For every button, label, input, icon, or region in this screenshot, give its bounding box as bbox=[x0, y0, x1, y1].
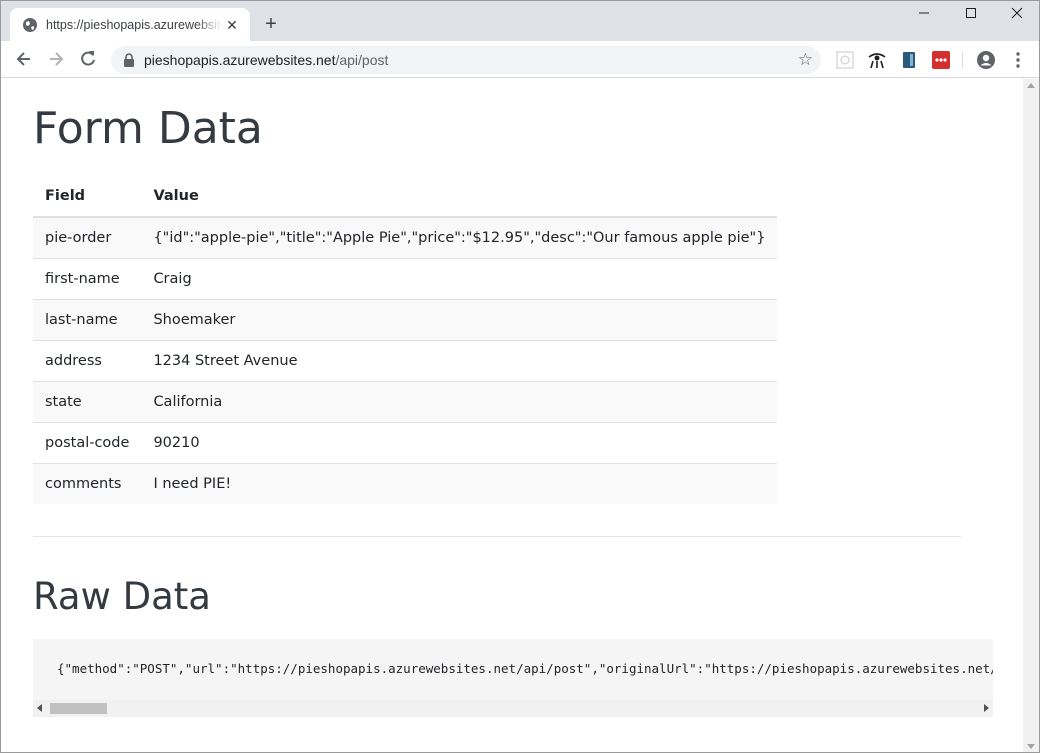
scroll-down-arrow-icon[interactable] bbox=[1027, 744, 1035, 749]
scroll-right-arrow-icon[interactable] bbox=[984, 704, 989, 712]
active-tab[interactable]: https://pieshopapis.azurewebsites.net/ap… bbox=[10, 8, 250, 41]
value-cell: California bbox=[141, 380, 778, 422]
lock-icon[interactable] bbox=[123, 53, 135, 67]
raw-data-heading: Raw Data bbox=[33, 575, 211, 618]
table-row: last-name Shoemaker bbox=[33, 298, 778, 340]
form-data-heading: Form Data bbox=[33, 103, 263, 154]
forward-arrow-icon[interactable] bbox=[46, 49, 66, 69]
horizontal-scrollbar[interactable] bbox=[33, 700, 993, 717]
vertical-scrollbar[interactable] bbox=[1023, 79, 1039, 752]
globe-icon bbox=[23, 17, 37, 32]
url-path: /api/post bbox=[335, 52, 389, 68]
column-header-value: Value bbox=[141, 176, 778, 218]
field-cell: address bbox=[33, 339, 142, 381]
scroll-up-arrow-icon[interactable] bbox=[1027, 83, 1035, 88]
address-bar[interactable]: pieshopapis.azurewebsites.net/api/post ☆ bbox=[111, 46, 821, 74]
close-window-icon[interactable] bbox=[1002, 5, 1032, 25]
profile-avatar-icon[interactable] bbox=[976, 50, 996, 70]
section-divider bbox=[33, 536, 961, 537]
field-cell: postal-code bbox=[33, 421, 142, 463]
plus-icon[interactable]: + bbox=[260, 13, 282, 35]
url-text: pieshopapis.azurewebsites.net/api/post bbox=[144, 52, 388, 68]
table-row: comments I need PIE! bbox=[33, 462, 778, 504]
toolbar-separator bbox=[962, 51, 963, 69]
page-viewport: Form Data Field Value pie-order {"id":"a… bbox=[1, 79, 1023, 752]
bookmark-star-icon[interactable]: ☆ bbox=[798, 51, 813, 69]
close-tab-icon[interactable]: ✕ bbox=[224, 17, 240, 33]
table-row: pie-order {"id":"apple-pie","title":"App… bbox=[33, 216, 778, 258]
scrollbar-thumb[interactable] bbox=[50, 703, 107, 714]
value-cell: {"id":"apple-pie","title":"Apple Pie","p… bbox=[141, 216, 778, 258]
menu-kebab-icon[interactable] bbox=[1010, 51, 1026, 69]
table-header-row: Field Value bbox=[33, 176, 778, 218]
browser-toolbar: pieshopapis.azurewebsites.net/api/post ☆ bbox=[1, 41, 1039, 78]
extension-book-icon[interactable] bbox=[900, 51, 918, 69]
form-data-table: Field Value pie-order {"id":"apple-pie",… bbox=[33, 176, 778, 504]
extension-red-icon[interactable] bbox=[932, 51, 950, 69]
raw-data-text: {"method":"POST","url":"https://pieshopa… bbox=[57, 661, 993, 676]
tab-title: https://pieshopapis.azurewebsites.net/ap… bbox=[46, 17, 222, 32]
value-cell: Craig bbox=[141, 257, 778, 299]
table-row: first-name Craig bbox=[33, 257, 778, 299]
minimize-icon[interactable] bbox=[909, 5, 939, 25]
browser-window: https://pieshopapis.azurewebsites.net/ap… bbox=[0, 0, 1040, 753]
field-cell: last-name bbox=[33, 298, 142, 340]
scroll-left-arrow-icon[interactable] bbox=[37, 704, 42, 712]
value-cell: 1234 Street Avenue bbox=[141, 339, 778, 381]
column-header-field: Field bbox=[33, 176, 142, 218]
field-cell: pie-order bbox=[33, 216, 142, 258]
url-host: pieshopapis.azurewebsites.net bbox=[144, 52, 336, 68]
table-row: postal-code 90210 bbox=[33, 421, 778, 463]
table-row: state California bbox=[33, 380, 778, 422]
tab-strip: https://pieshopapis.azurewebsites.net/ap… bbox=[1, 1, 1039, 41]
extension-eye-icon[interactable] bbox=[868, 51, 886, 69]
reload-icon[interactable] bbox=[78, 49, 98, 69]
maximize-icon[interactable] bbox=[956, 5, 986, 25]
field-cell: comments bbox=[33, 462, 142, 504]
field-cell: state bbox=[33, 380, 142, 422]
back-arrow-icon[interactable] bbox=[14, 49, 34, 69]
extension-grid-icon[interactable] bbox=[836, 51, 854, 69]
field-cell: first-name bbox=[33, 257, 142, 299]
table-row: address 1234 Street Avenue bbox=[33, 339, 778, 381]
value-cell: Shoemaker bbox=[141, 298, 778, 340]
value-cell: I need PIE! bbox=[141, 462, 778, 504]
value-cell: 90210 bbox=[141, 421, 778, 463]
